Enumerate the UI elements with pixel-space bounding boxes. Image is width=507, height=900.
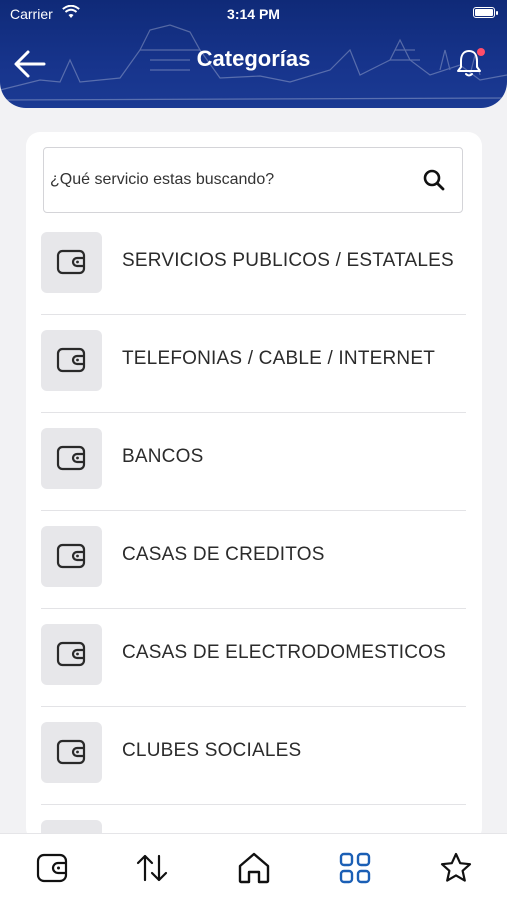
grid-icon xyxy=(339,852,371,884)
category-label: CLUBES SOCIALES xyxy=(122,740,302,761)
tab-categories[interactable] xyxy=(337,850,373,886)
category-item-servicios-publicos[interactable]: SERVICIOS PUBLICOS / ESTATALES xyxy=(41,217,466,315)
category-icon-box xyxy=(41,330,102,391)
wallet-icon xyxy=(56,347,86,373)
category-item-telefonias[interactable]: TELEFONIAS / CABLE / INTERNET xyxy=(41,315,466,413)
tab-wallet[interactable] xyxy=(34,850,70,886)
category-item-bancos[interactable]: BANCOS xyxy=(41,413,466,511)
notification-badge xyxy=(477,48,485,56)
category-item-electrodomesticos[interactable]: CASAS DE ELECTRODOMESTICOS xyxy=(41,609,466,707)
tab-home[interactable] xyxy=(236,850,272,886)
category-icon-box xyxy=(41,526,102,587)
category-label: TELEFONIAS / CABLE / INTERNET xyxy=(122,348,436,369)
star-icon xyxy=(440,852,472,882)
category-icon-box xyxy=(41,232,102,293)
category-icon-box xyxy=(41,428,102,489)
search-box xyxy=(43,147,463,213)
notifications-button[interactable] xyxy=(453,46,485,80)
battery-icon xyxy=(473,7,498,18)
category-item-casas-de-creditos[interactable]: CASAS DE CREDITOS xyxy=(41,511,466,609)
header: Carrier 3:14 PM Categorías xyxy=(0,0,507,108)
search-icon[interactable] xyxy=(422,168,446,192)
wallet-icon xyxy=(36,853,68,883)
wallet-icon xyxy=(56,249,86,275)
wallet-icon xyxy=(56,739,86,765)
category-icon-box xyxy=(41,722,102,783)
tab-favorites[interactable] xyxy=(438,850,474,886)
wallet-icon xyxy=(56,641,86,667)
category-label: CASAS DE ELECTRODOMESTICOS xyxy=(122,642,447,663)
wallet-icon xyxy=(56,543,86,569)
category-icon-box xyxy=(41,624,102,685)
categories-card: SERVICIOS PUBLICOS / ESTATALES TELEFONIA… xyxy=(26,132,482,842)
transfer-arrows-icon xyxy=(136,854,168,882)
home-icon xyxy=(238,852,270,884)
bottom-tab-bar xyxy=(0,833,507,900)
status-bar: Carrier 3:14 PM xyxy=(0,0,507,28)
search-input[interactable] xyxy=(50,148,410,212)
page-title: Categorías xyxy=(196,46,311,71)
status-time: 3:14 PM xyxy=(227,6,280,22)
category-label: CASAS DE CREDITOS xyxy=(122,544,325,565)
tab-transfers[interactable] xyxy=(134,850,170,886)
wallet-icon xyxy=(56,445,86,471)
category-list: SERVICIOS PUBLICOS / ESTATALES TELEFONIA… xyxy=(41,217,466,842)
category-item-clubes-sociales[interactable]: CLUBES SOCIALES xyxy=(41,707,466,805)
category-label: BANCOS xyxy=(122,446,204,467)
category-label: SERVICIOS PUBLICOS / ESTATALES xyxy=(122,250,454,271)
